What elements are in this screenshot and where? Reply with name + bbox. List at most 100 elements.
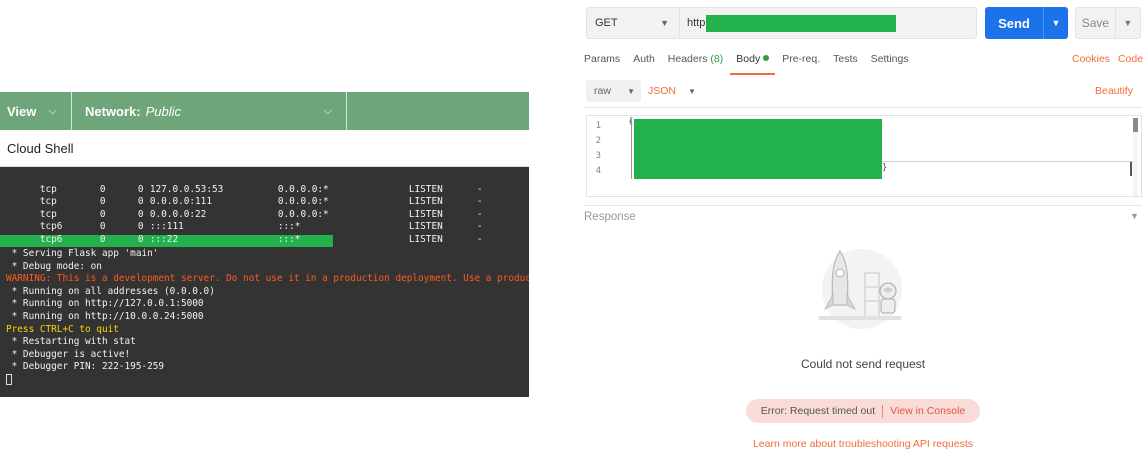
method-value: GET (595, 17, 618, 29)
text-cursor-marker (1130, 162, 1139, 176)
line-number: 4 (595, 166, 601, 176)
tab-settings[interactable]: Settings (871, 53, 909, 73)
chevron-down-icon: ⌵ (323, 104, 332, 117)
error-text: Error: Request timed out (760, 405, 876, 417)
flask-running-local-line: * Running on http://127.0.0.1:5000 (6, 298, 204, 310)
netstat-row: tcp 0 0 127.0.0.53:53 0.0.0.0:* LISTEN - (6, 171, 529, 195)
terminal[interactable]: tcp 0 0 127.0.0.53:53 0.0.0.0:* LISTEN - tcp 0 0… (0, 167, 529, 397)
save-options-caret-icon[interactable]: ▼ (1114, 8, 1140, 38)
tab-body[interactable]: Body (730, 53, 776, 75)
url-redaction (706, 14, 897, 32)
tab-auth[interactable]: Auth (633, 53, 655, 73)
netstat-local: 0.0.0.0:22 (149, 208, 207, 220)
no-response-message: Could not send request (800, 357, 926, 371)
netstat-proto: tcp6 (39, 221, 63, 233)
terminal-prompt[interactable] (6, 373, 529, 387)
tab-tests[interactable]: Tests (833, 53, 858, 73)
indent-guide (631, 119, 632, 179)
divider (584, 107, 1142, 108)
tab-params[interactable]: Params (584, 53, 620, 73)
response-label: Response (584, 211, 636, 223)
view-in-console-link[interactable]: View in Console (890, 405, 965, 417)
send-label: Send (998, 15, 1030, 31)
body-indicator-dot-icon (763, 55, 770, 61)
editor-scrollbar[interactable] (1130, 118, 1139, 196)
netstat-local: 127.0.0.53:53 (149, 183, 224, 195)
error-banner: Error: Request timed out View in Console (746, 399, 980, 423)
body-redaction (634, 119, 882, 179)
netstat-send: 0 (137, 221, 144, 233)
method-select[interactable]: GET ▼ (586, 7, 680, 39)
flask-warning-line: WARNING: This is a development server. D… (6, 273, 529, 285)
astronaut-body (880, 298, 896, 314)
view-menu[interactable]: View ⌵ (0, 92, 72, 130)
caret-down-icon: ▼ (660, 18, 669, 28)
flask-serving-line: * Serving Flask app 'main' (6, 247, 159, 259)
tab-prereq[interactable]: Pre-req. (782, 53, 820, 73)
network-label: Network: (85, 103, 141, 119)
terminal-cursor (6, 373, 12, 385)
netstat-local: 0.0.0.0:111 (149, 196, 212, 208)
netstat-foreign: :::* (277, 221, 301, 233)
beautify-link[interactable]: Beautify (1095, 80, 1133, 102)
netstat-recv: 0 (99, 233, 106, 245)
netstat-send: 0 (137, 196, 144, 208)
tab-headers[interactable]: Headers (8) (668, 53, 723, 73)
chevron-down-icon: ⌵ (48, 104, 57, 117)
netstat-pid: - (476, 233, 483, 245)
netstat-local: :::111 (149, 221, 184, 233)
url-input[interactable]: http (680, 7, 977, 39)
shell-title-bar: Cloud Shell (0, 130, 529, 167)
request-tabs: Params Auth Headers (8) Body Pre-req. Te… (584, 53, 922, 75)
flask-running-all-line: * Running on all addresses (0.0.0.0) (6, 285, 215, 297)
netstat-pid: - (476, 183, 483, 195)
flask-debug-line: * Debug mode: on (6, 260, 102, 272)
line-number-gutter: 1 2 3 4 (587, 116, 627, 181)
code-link[interactable]: Code (1118, 53, 1143, 65)
netstat-local: :::22 (149, 233, 179, 245)
send-options-caret-icon[interactable]: ▼ (1043, 7, 1068, 39)
request-links: Cookies Code (1072, 53, 1146, 65)
netstat-proto: tcp (39, 196, 57, 208)
netstat-send: 0 (137, 183, 144, 195)
flask-debugger-active-line: * Debugger is active! (6, 348, 131, 360)
launch-pad (818, 316, 902, 320)
line-number: 1 (595, 121, 601, 131)
netstat-state: LISTEN (408, 221, 443, 233)
cursor-line-highlight (882, 161, 1134, 162)
netstat-proto: tcp6 (39, 233, 63, 245)
rocket-astronaut-illustration (818, 249, 902, 329)
netstat-pid: - (476, 208, 483, 220)
netstat-foreign: 0.0.0.0:* (277, 196, 329, 208)
shell-title: Cloud Shell (7, 140, 74, 156)
rocket-window (835, 268, 845, 278)
body-language-select[interactable]: JSON ▼ (648, 80, 696, 102)
netstat-send: 0 (137, 208, 144, 220)
save-button[interactable]: Save ▼ (1075, 7, 1141, 39)
flask-debugger-pin-line: * Debugger PIN: 222-195-259 (6, 361, 165, 373)
tab-headers-label: Headers (667, 53, 708, 65)
netstat-recv: 0 (99, 221, 106, 233)
save-label: Save (1081, 16, 1110, 30)
shell-topbar: View ⌵ Network: Public ⌵ (0, 92, 529, 130)
error-separator (882, 404, 884, 418)
divider (584, 205, 1142, 206)
netstat-proto: tcp (39, 208, 57, 220)
netstat-recv: 0 (99, 208, 106, 220)
chevron-down-icon[interactable]: ▼ (1130, 211, 1139, 221)
body-mode-value: raw (594, 85, 611, 97)
body-language-value: JSON (648, 85, 677, 97)
troubleshooting-link[interactable]: Learn more about troubleshooting API req… (740, 438, 986, 450)
body-editor[interactable]: 1 2 3 4 { } (586, 115, 1142, 197)
netstat-recv: 0 (99, 196, 106, 208)
cookies-link[interactable]: Cookies (1072, 53, 1110, 65)
flask-running-lan-line: * Running on http://10.0.0.24:5000 (6, 310, 204, 322)
netstat-foreign: 0.0.0.0:* (277, 208, 329, 220)
url-prefix: http (687, 17, 706, 29)
scrollbar-thumb[interactable] (1133, 118, 1138, 132)
send-button[interactable]: Send ▼ (985, 7, 1068, 39)
network-selector[interactable]: Network: Public ⌵ (72, 92, 347, 130)
netstat-foreign: 0.0.0.0:* (277, 183, 329, 195)
body-mode-select[interactable]: raw ▼ (586, 80, 641, 102)
caret-down-icon: ▼ (627, 86, 635, 96)
